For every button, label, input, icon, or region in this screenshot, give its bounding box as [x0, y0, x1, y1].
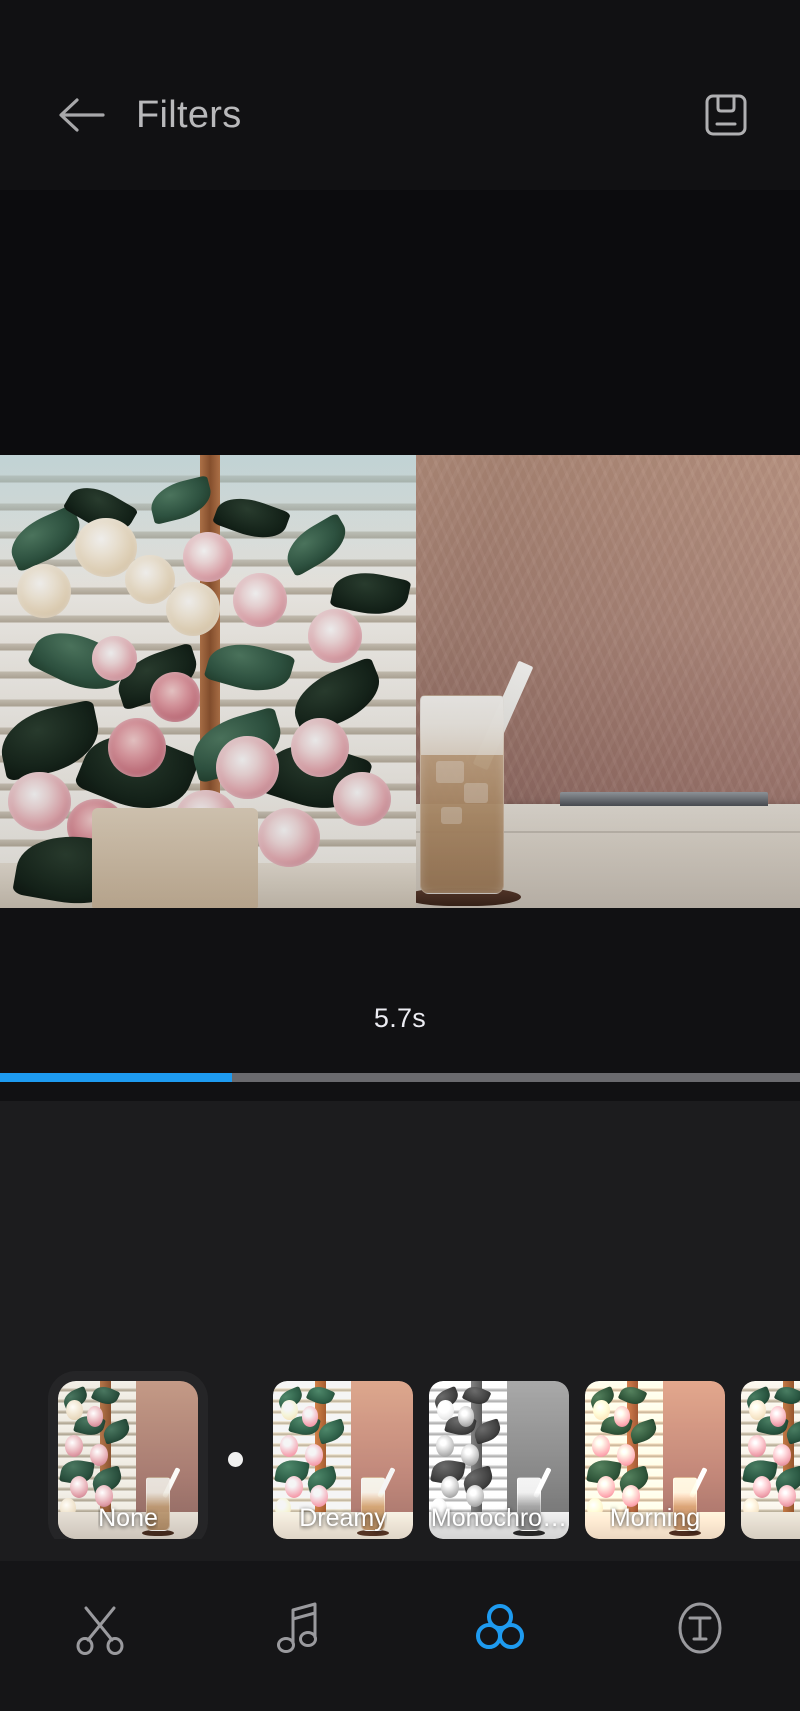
filter-thumbnail[interactable]: None: [58, 1381, 198, 1539]
progress-fill: [0, 1072, 232, 1082]
video-preview[interactable]: [0, 455, 800, 908]
filter-circles-icon: [476, 1604, 524, 1649]
playback-progress[interactable]: [0, 1053, 800, 1101]
rose: [166, 581, 221, 637]
rose: [124, 554, 175, 605]
text-t-icon: [678, 1602, 722, 1654]
app-header: Filters: [0, 0, 800, 190]
laptop-edge: [560, 791, 768, 807]
thumb-scene: [741, 1381, 800, 1539]
filter-label: Dreamy: [299, 1504, 387, 1532]
preview-top-letterbox: [0, 190, 800, 455]
ice-cube: [440, 806, 462, 825]
nav-item-audio[interactable]: [200, 1583, 400, 1673]
save-button[interactable]: [696, 85, 756, 145]
flower-basket: [91, 808, 258, 908]
preview-scene: [0, 455, 800, 908]
nav-item-text[interactable]: [600, 1583, 800, 1673]
bottom-toolbar: [0, 1561, 800, 1711]
rose: [183, 532, 233, 582]
leaf: [146, 475, 216, 526]
iced-latte-glass: [420, 695, 504, 895]
rose: [216, 735, 279, 800]
rose: [232, 572, 288, 628]
video-editor-screen: Filters 5.7s None Dreamy Monochro… Morni…: [0, 0, 800, 1711]
filter-list[interactable]: None Dreamy Monochro… Morning: [0, 1364, 800, 1539]
rose: [291, 717, 350, 777]
filter-label: Morning: [609, 1504, 701, 1532]
save-floppy-icon: [705, 94, 747, 136]
rose: [108, 717, 167, 777]
arrow-left-icon: [59, 98, 105, 132]
nav-item-trim[interactable]: [0, 1583, 200, 1673]
latte-foam: [421, 696, 503, 756]
ice-cube: [435, 761, 464, 783]
filter-thumbnail[interactable]: Morning: [585, 1381, 725, 1539]
rose: [16, 563, 71, 619]
filter-label: None: [98, 1504, 158, 1532]
window-and-bouquet: [0, 455, 416, 908]
filter-thumbnail[interactable]: Monochro…: [429, 1381, 569, 1539]
rose-bouquet: [0, 455, 416, 908]
leaf: [278, 513, 355, 578]
leaf: [203, 634, 296, 702]
scissors-icon: [76, 1606, 124, 1655]
music-note-icon: [277, 1602, 317, 1653]
duration-row: 5.7s: [0, 983, 800, 1053]
preview-bottom-letterbox: [0, 908, 800, 983]
thumb-table: [741, 1512, 800, 1539]
page-title: Filters: [136, 93, 242, 136]
filter-separator-dot: [228, 1452, 243, 1467]
filter-thumbnail[interactable]: [741, 1381, 800, 1539]
filter-label: Monochro…: [430, 1504, 568, 1532]
filter-panel: None Dreamy Monochro… Morning: [0, 1101, 800, 1561]
rose: [307, 609, 362, 664]
progress-track[interactable]: [0, 1072, 800, 1082]
duration-label: 5.7s: [373, 1002, 427, 1033]
ice-cube: [463, 782, 489, 803]
back-button[interactable]: [50, 84, 112, 146]
rose: [149, 672, 200, 723]
filter-preview-image: [741, 1381, 800, 1539]
filter-thumbnail[interactable]: Dreamy: [273, 1381, 413, 1539]
rose: [8, 772, 71, 831]
nav-item-filters[interactable]: [400, 1583, 600, 1673]
rose: [257, 808, 321, 868]
rose: [332, 772, 392, 827]
